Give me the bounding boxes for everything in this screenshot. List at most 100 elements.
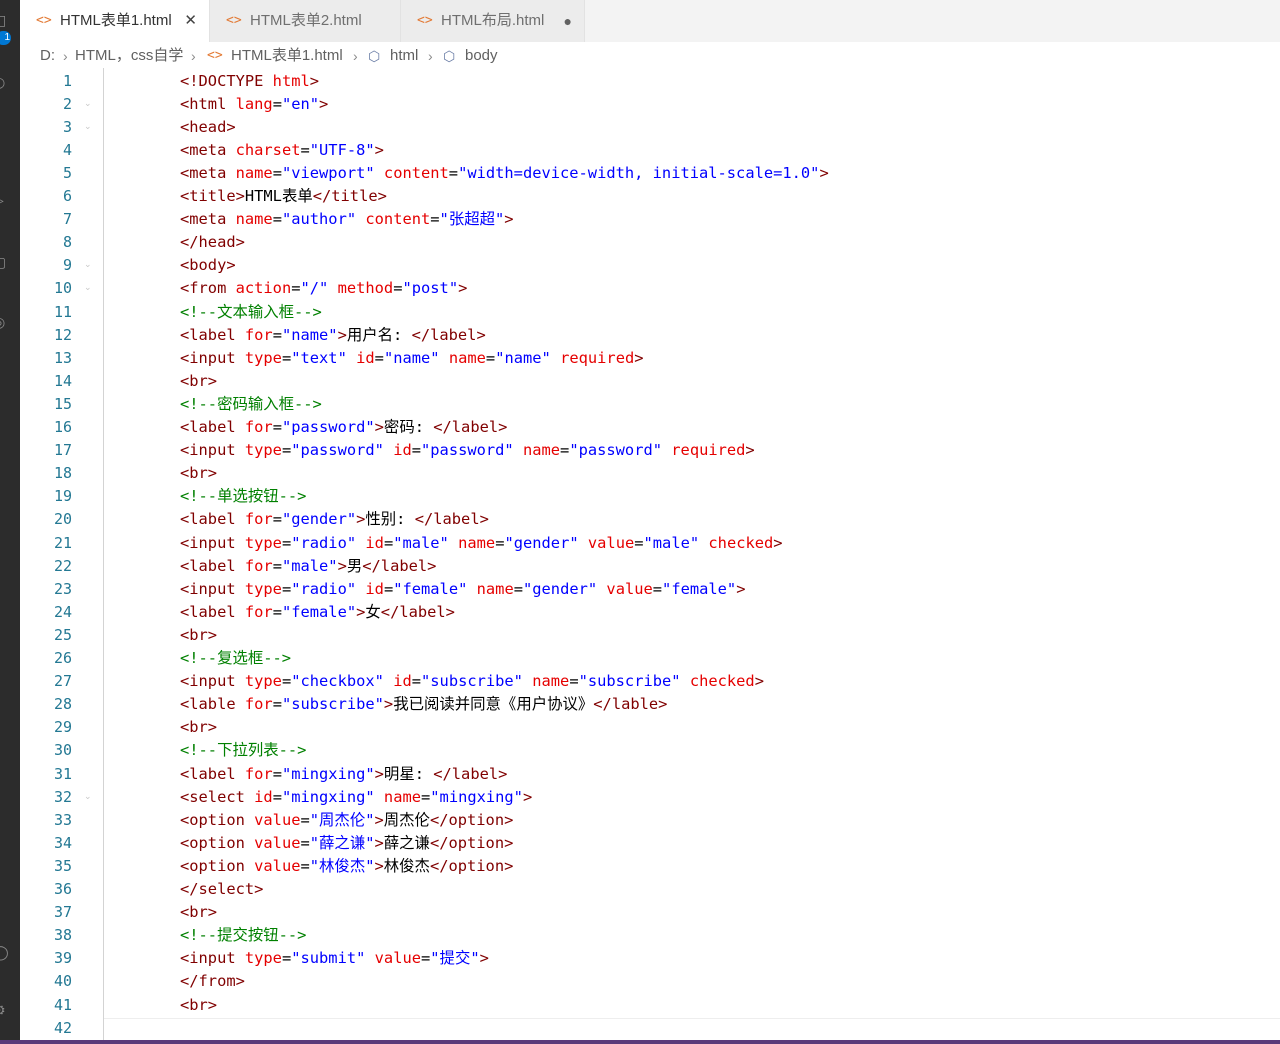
code-line[interactable]: <input type="submit" value="提交"> <box>180 947 489 970</box>
code-line[interactable]: <title>HTML表单</title> <box>180 185 387 208</box>
code-line[interactable]: <lable for="subscribe">我已阅读并同意《用户协议》</la… <box>180 693 667 716</box>
code-line[interactable]: <label for="mingxing">明星: </label> <box>180 763 507 786</box>
testing-icon[interactable]: ⁞ <box>0 366 20 388</box>
code-line[interactable]: <br> <box>180 994 217 1017</box>
code-line[interactable]: </head> <box>180 231 245 254</box>
code-editor[interactable]: 1 2 ⌄ 3 ⌄ 4 5 6 7 8 9 ⌄ 10 ⌄ 11 12 13 14 15 16 17 18 19 20 21 22 2… <box>20 68 1280 1044</box>
code-line[interactable]: <option value="薛之谦">薛之谦</option> <box>180 832 513 855</box>
code-token: > <box>356 510 366 529</box>
breadcrumb-drive[interactable]: D: <box>40 44 55 68</box>
code-line[interactable]: <from action="/" method="post"> <box>180 277 467 300</box>
code-line[interactable]: <option value="林俊杰">林俊杰</option> <box>180 855 513 878</box>
search-icon[interactable]: ○ <box>0 72 20 94</box>
code-line[interactable]: <select id="mingxing" name="mingxing"> <box>180 786 532 809</box>
code-token: > <box>374 833 384 852</box>
files-icon[interactable]: □ <box>0 10 20 32</box>
code-line[interactable]: <body> <box>180 254 236 277</box>
code-token: > <box>309 71 320 90</box>
code-line[interactable]: <!--单选按钮--> <box>180 485 306 508</box>
code-token: for <box>244 418 273 436</box>
chevron-right-icon: › <box>191 48 196 64</box>
breadcrumb-file[interactable]: HTML表单1.html <box>231 44 343 68</box>
code-token: = <box>430 210 440 229</box>
breadcrumb-html[interactable]: html <box>390 44 418 68</box>
code-token: </from> <box>180 972 245 991</box>
code-line[interactable]: <br> <box>180 901 217 924</box>
code-line[interactable]: <!--文本输入框--> <box>180 301 322 324</box>
line-number: 16 <box>53 418 72 436</box>
code-line[interactable]: </select> <box>180 878 263 901</box>
code-token: > <box>319 94 329 113</box>
tab-label: HTML布局.html <box>441 12 545 29</box>
code-line[interactable]: </from> <box>180 970 245 993</box>
code-token: "gender" <box>504 533 579 552</box>
code-token: <label <box>180 418 245 436</box>
code-line[interactable]: <meta charset="UTF-8"> <box>180 139 384 162</box>
fold-chevron-icon[interactable]: ⌄ <box>84 93 92 116</box>
code-token: = <box>569 672 579 691</box>
code-token: </label> <box>411 325 486 344</box>
fold-chevron-icon[interactable]: ⌄ <box>84 277 92 300</box>
breadcrumb-body[interactable]: body <box>465 44 498 68</box>
code-token: = <box>281 579 292 598</box>
code-token: "viewport" <box>281 163 375 182</box>
code-line[interactable]: <!--复选框--> <box>180 647 291 670</box>
code-token: id <box>365 579 384 598</box>
run-debug-icon[interactable]: ▷ <box>0 190 20 212</box>
tab-html-layout[interactable]: <> HTML布局.html ● <box>401 0 585 42</box>
code-line[interactable]: <head> <box>180 116 236 139</box>
code-line[interactable]: <br> <box>180 370 217 393</box>
code-line[interactable]: <label for="female">女</label> <box>180 601 455 624</box>
fold-chevron-icon[interactable]: ⌄ <box>84 254 92 277</box>
code-line[interactable]: <label for="name">用户名: </label> <box>180 324 486 347</box>
code-line[interactable]: <!DOCTYPE html> <box>180 70 319 93</box>
code-line[interactable]: <!--密码输入框--> <box>180 393 322 416</box>
code-line[interactable]: <option value="周杰伦">周杰伦</option> <box>180 809 513 832</box>
fold-chevron-icon[interactable]: ⌄ <box>84 116 92 139</box>
code-token: 性别: <box>365 510 415 529</box>
source-control-icon[interactable]: ⑂ <box>0 130 20 152</box>
code-token: "gender" <box>523 579 598 598</box>
code-token: = <box>272 787 282 806</box>
code-line[interactable]: <meta name="author" content="张超超"> <box>180 208 514 231</box>
code-token: <!--文本输入框--> <box>180 302 322 321</box>
tab-html-form-2[interactable]: <> HTML表单2.html <box>210 0 401 42</box>
code-token: name <box>458 533 496 552</box>
code-line[interactable]: <input type="radio" id="male" name="gend… <box>180 532 783 555</box>
unsaved-dot-icon[interactable]: ● <box>564 0 572 42</box>
code-token: = <box>272 163 282 182</box>
settings-icon[interactable]: ⚙ <box>0 1000 20 1022</box>
tab-html-form-1[interactable]: <> HTML表单1.html ✕ <box>20 0 210 42</box>
code-line[interactable]: <br> <box>180 462 217 485</box>
code-line[interactable]: <label for="male">男</label> <box>180 555 436 578</box>
code-token: id <box>393 672 412 691</box>
code-token: > <box>736 579 746 598</box>
close-icon[interactable]: ✕ <box>184 0 197 42</box>
code-line[interactable]: <input type="password" id="password" nam… <box>180 439 755 462</box>
account-icon[interactable]: ◯ <box>0 942 20 964</box>
breadcrumb-folder[interactable]: HTML，css自学 <box>75 44 183 68</box>
code-token: </head> <box>180 233 245 252</box>
code-line[interactable]: <!--下拉列表--> <box>180 739 306 762</box>
code-line[interactable]: <!--提交按钮--> <box>180 924 306 947</box>
extensions-icon[interactable]: ▢ <box>0 252 20 274</box>
remote-icon[interactable]: ◎ <box>0 312 20 334</box>
code-line[interactable]: <input type="radio" id="female" name="ge… <box>180 578 745 601</box>
code-line[interactable]: <br> <box>180 624 217 647</box>
code-token: <br> <box>180 903 218 922</box>
code-token: = <box>383 579 394 598</box>
code-token: "/" <box>300 279 329 298</box>
code-line[interactable]: <html lang="en"> <box>180 93 328 116</box>
code-line[interactable]: <label for="gender">性别: </label> <box>180 508 489 531</box>
code-line[interactable]: <br> <box>180 716 217 739</box>
code-token: <meta <box>180 163 236 182</box>
code-line[interactable]: <meta name="viewport" content="width=dev… <box>180 162 829 185</box>
code-line[interactable]: <input type="text" id="name" name="name"… <box>180 347 644 370</box>
code-line[interactable]: <input type="checkbox" id="subscribe" na… <box>180 670 764 693</box>
code-line[interactable]: <label for="password">密码: </label> <box>180 416 507 439</box>
code-token: HTML表单 <box>244 187 313 205</box>
fold-chevron-icon[interactable]: ⌄ <box>84 786 92 809</box>
